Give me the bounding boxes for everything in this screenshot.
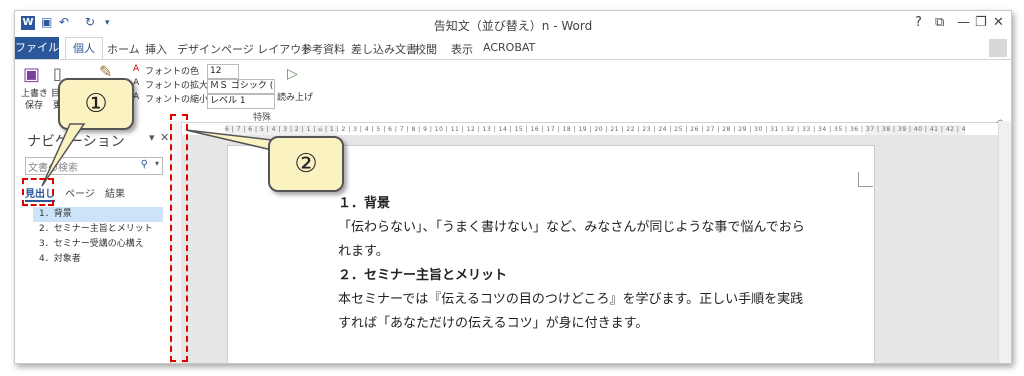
save-label[interactable]: 保存 [25,98,43,111]
font-color-button[interactable]: フォントの色 [145,64,199,77]
tab-insert[interactable]: 挿入 [145,41,167,57]
crop-mark-icon [858,172,873,187]
doc-paragraph[interactable]: 本セミナーでは『伝えるコツの目のつけどころ』を学びます。正しい手順を実践 [338,288,878,312]
font-name-select[interactable]: ＭＳ ゴシック ( [207,79,275,94]
heading-item[interactable]: 3．セミナー受講の心構え [33,237,163,252]
doc-paragraph[interactable]: 「伝わらない」、「うまく書けない」など、みなさんが同じような事で悩んでおら [338,216,878,240]
tab-personal[interactable]: 個人 [65,37,103,60]
tab-results[interactable]: 結果 [105,185,125,200]
save-icon[interactable]: ▣ [23,64,40,85]
read-aloud-button[interactable]: 読み上げ [277,90,313,103]
tab-mailings[interactable]: 差し込み文書 [351,41,417,57]
avatar[interactable] [989,39,1007,57]
close-button[interactable]: ✕ [993,15,1004,30]
tab-references[interactable]: 参考資料 [301,41,345,57]
nav-dropdown-icon[interactable]: ▾ [149,131,155,144]
splitter-highlight [170,114,188,362]
level-select[interactable]: レベル 1 [207,94,275,109]
doc-paragraph[interactable]: すれば「あなただけの伝えるコツ」が身に付きます。 [338,312,878,336]
ruler-ticks: 6 | 7 | 6 | 5 | 4 | 3 | 2 | 1 | ⌂ | 1 | … [225,126,965,133]
doc-paragraph[interactable]: れます。 [338,240,878,264]
doc-heading[interactable]: １．背景 [338,192,878,216]
horizontal-ruler[interactable]: 6 | 7 | 6 | 5 | 4 | 3 | 2 | 1 | ⌂ | 1 | … [225,125,965,135]
nav-title: ナビゲーション [27,134,125,150]
ribbon-tabs: ファイル 個人 ホーム 挿入 デザイン ページ レイアウト 参考資料 差し込み文… [15,37,1011,60]
search-icon[interactable]: ⚲ [141,159,148,170]
font-color-icon[interactable]: A [133,64,139,74]
tab-page-layout[interactable]: ページ レイアウト [221,41,312,57]
document-text[interactable]: １．背景 「伝わらない」、「うまく書けない」など、みなさんが同じような事で悩んで… [338,192,878,336]
font-grow-button[interactable]: フォントの拡大 [145,78,208,91]
tab-design[interactable]: デザイン [177,41,221,57]
ribbon: ▣ 上書き 保存 ▯ 目 更 ✎ A フォントの色 A フォントの拡大 A フォ… [15,59,1011,125]
restore-button[interactable]: ❐ [975,15,987,30]
tab-pages[interactable]: ページ [65,185,95,200]
title-bar: W ▣ ↶ ↻ ▾ 告知文（並び替え）n - Word ? ⧉ — ❐ ✕ [15,11,1011,37]
minimize-button[interactable]: — [957,15,970,30]
search-placeholder: 文書の検索 [28,163,78,174]
tab-view[interactable]: 表示 [451,41,473,57]
heading-item[interactable]: 2．セミナー主旨とメリット [33,222,163,237]
search-dropdown-icon[interactable]: ▾ [155,159,159,168]
tab-review[interactable]: 校閲 [415,41,437,57]
tab-home[interactable]: ホーム [107,41,140,57]
nav-close-icon[interactable]: ✕ [160,131,169,144]
tab-file[interactable]: ファイル [15,37,59,59]
font-shrink-button[interactable]: フォントの縮小 [145,92,208,105]
read-aloud-icon[interactable]: ▷ [287,66,298,82]
headings-tab-highlight [22,178,54,206]
callout-1: ① [58,78,134,130]
doc-heading[interactable]: ２．セミナー主旨とメリット [338,264,878,288]
tab-acrobat[interactable]: ACROBAT [483,41,535,54]
search-input[interactable]: 文書の検索 ⚲ ▾ [25,157,163,175]
word-window: W ▣ ↶ ↻ ▾ 告知文（並び替え）n - Word ? ⧉ — ❐ ✕ ファ… [14,10,1012,364]
navigation-pane: ナビゲーション ▾ ✕ 文書の検索 ⚲ ▾ 見出し ページ 結果 1．背景 2．… [15,121,170,363]
heading-item[interactable]: 4．対象者 [33,252,163,267]
vertical-scrollbar[interactable] [998,121,1011,363]
font-size-select[interactable]: 12 [207,64,239,79]
callout-2: ② [268,136,344,192]
ribbon-display-button[interactable]: ⧉ [935,15,944,30]
group-label: 特殊 [253,113,272,123]
heading-item[interactable]: 1．背景 [33,207,163,222]
help-button[interactable]: ? [915,15,922,30]
window-title: 告知文（並び替え）n - Word [433,19,593,33]
